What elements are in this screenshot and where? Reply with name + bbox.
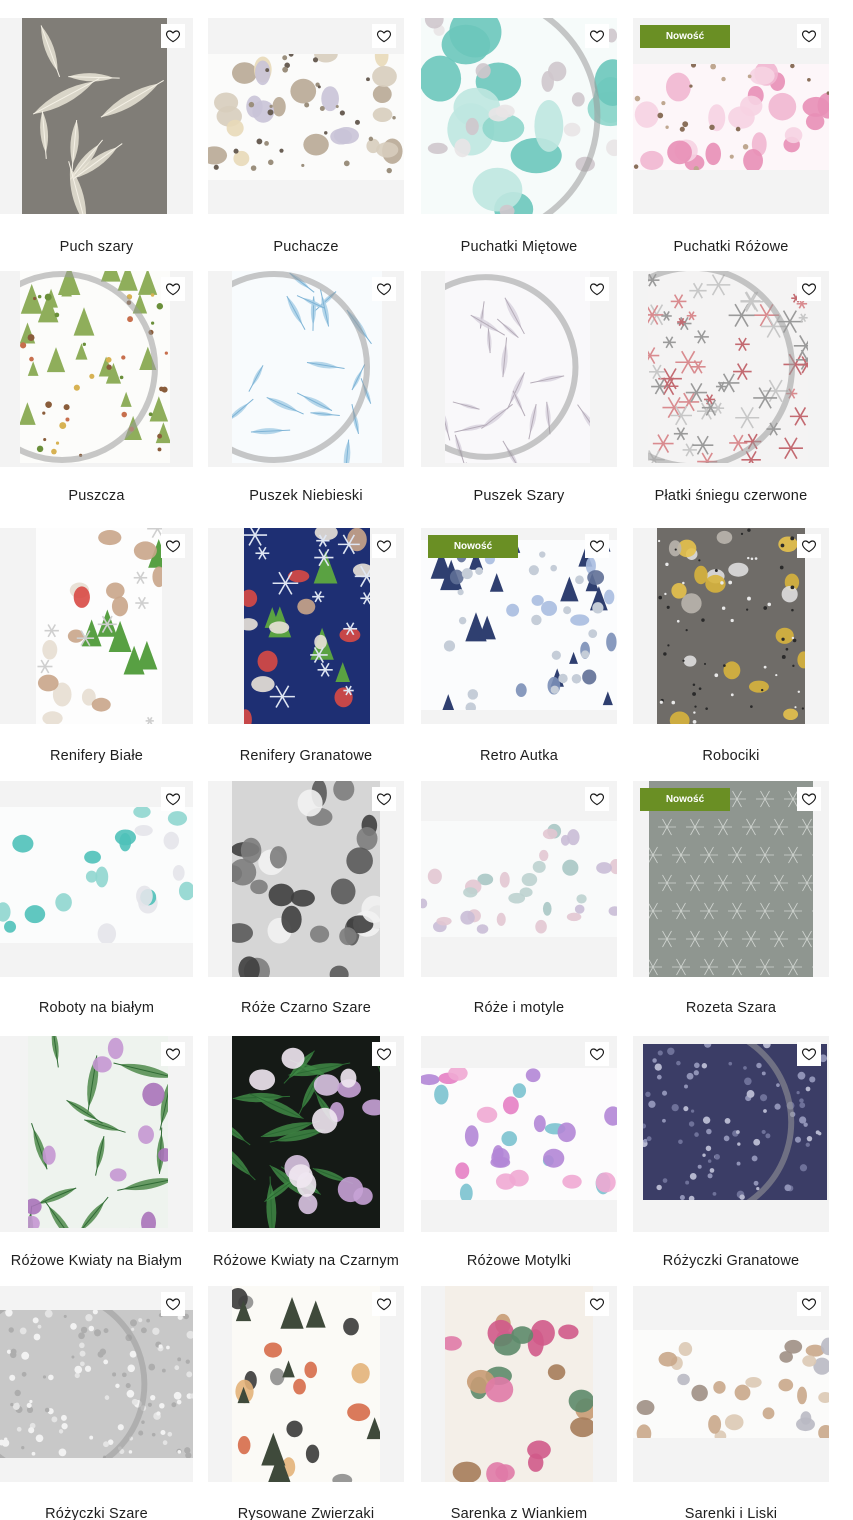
heart-outline-icon[interactable] bbox=[372, 534, 396, 558]
heart-outline-icon[interactable] bbox=[372, 277, 396, 301]
product-image[interactable]: Nowość bbox=[633, 18, 829, 214]
fabric-pattern-roses-butterflies bbox=[421, 821, 617, 937]
heart-outline-icon[interactable] bbox=[161, 277, 185, 301]
product-name[interactable]: Puszek Szary bbox=[411, 488, 627, 504]
product-name[interactable]: Różyczki Granatowe bbox=[623, 1253, 839, 1269]
heart-outline-icon[interactable] bbox=[585, 1292, 609, 1316]
product-name[interactable]: Róże Czarno Szare bbox=[198, 1000, 414, 1016]
product-image[interactable] bbox=[421, 1036, 617, 1232]
fabric-pattern-flowers-white bbox=[28, 1036, 168, 1228]
new-badge: Nowość bbox=[640, 25, 730, 48]
product-image[interactable]: Nowość bbox=[421, 528, 617, 724]
fabric-pattern-reindeer-navy bbox=[244, 528, 370, 724]
heart-outline-icon[interactable] bbox=[161, 1292, 185, 1316]
heart-outline-icon[interactable] bbox=[372, 1292, 396, 1316]
new-badge: Nowość bbox=[428, 535, 518, 558]
fabric-pattern-bears-pink bbox=[633, 64, 829, 170]
product-name[interactable]: Roboty na białym bbox=[0, 1000, 203, 1016]
product-image[interactable]: Nowość bbox=[633, 781, 829, 977]
fabric-pattern-drawn-animals bbox=[232, 1286, 380, 1482]
heart-outline-icon[interactable] bbox=[161, 787, 185, 811]
product-name[interactable]: Puchacze bbox=[198, 239, 414, 255]
fabric-pattern-roses-small-grey bbox=[0, 1310, 193, 1458]
heart-outline-icon[interactable] bbox=[797, 277, 821, 301]
product-name[interactable]: Renifery Granatowe bbox=[198, 748, 414, 764]
fabric-pattern-forest bbox=[20, 271, 170, 463]
heart-outline-icon[interactable] bbox=[585, 277, 609, 301]
product-name[interactable]: Puch szary bbox=[0, 239, 203, 255]
product-image[interactable] bbox=[633, 1036, 829, 1232]
product-image[interactable] bbox=[208, 1036, 404, 1232]
product-image[interactable] bbox=[0, 271, 193, 467]
heart-outline-icon[interactable] bbox=[797, 534, 821, 558]
heart-outline-icon[interactable] bbox=[372, 787, 396, 811]
product-image[interactable] bbox=[0, 528, 193, 724]
product-name[interactable]: Puchatki Miętowe bbox=[411, 239, 627, 255]
product-name[interactable]: Płatki śniegu czerwone bbox=[623, 488, 839, 504]
product-name[interactable]: Różowe Motylki bbox=[411, 1253, 627, 1269]
fabric-pattern-roses-navy bbox=[643, 1044, 827, 1200]
product-image[interactable] bbox=[0, 1286, 193, 1482]
product-image[interactable] bbox=[633, 528, 829, 724]
product-name[interactable]: Puchatki Różowe bbox=[623, 239, 839, 255]
product-image[interactable] bbox=[421, 1286, 617, 1482]
fabric-pattern-feathers-grey-light bbox=[445, 271, 590, 463]
fabric-pattern-snowflakes-red bbox=[648, 271, 808, 463]
product-image[interactable] bbox=[208, 528, 404, 724]
product-name[interactable]: Robociki bbox=[623, 748, 839, 764]
product-image[interactable] bbox=[208, 781, 404, 977]
fabric-pattern-robots-white bbox=[0, 807, 193, 943]
product-name[interactable]: Różowe Kwiaty na Czarnym bbox=[198, 1253, 414, 1269]
product-image[interactable] bbox=[0, 781, 193, 977]
heart-outline-icon[interactable] bbox=[797, 1292, 821, 1316]
fabric-pattern-retro-cars bbox=[421, 540, 617, 710]
product-image[interactable] bbox=[421, 781, 617, 977]
fabric-pattern-fawn-wreath bbox=[445, 1286, 593, 1482]
product-image[interactable] bbox=[421, 271, 617, 467]
heart-outline-icon[interactable] bbox=[585, 24, 609, 48]
product-image[interactable] bbox=[0, 18, 193, 214]
fabric-pattern-reindeer-white bbox=[36, 528, 162, 724]
product-image[interactable] bbox=[208, 271, 404, 467]
heart-outline-icon[interactable] bbox=[585, 534, 609, 558]
product-image[interactable] bbox=[208, 18, 404, 214]
heart-outline-icon[interactable] bbox=[797, 24, 821, 48]
heart-outline-icon[interactable] bbox=[372, 1042, 396, 1066]
fabric-pattern-feathers-grey bbox=[22, 18, 167, 214]
heart-outline-icon[interactable] bbox=[585, 787, 609, 811]
fabric-pattern-deer-foxes bbox=[633, 1330, 829, 1438]
fabric-pattern-robots-grey bbox=[657, 528, 805, 724]
fabric-pattern-flowers-black bbox=[232, 1036, 380, 1228]
product-name[interactable]: Rysowane Zwierzaki bbox=[198, 1506, 414, 1520]
product-name[interactable]: Rozeta Szara bbox=[623, 1000, 839, 1016]
fabric-pattern-owls bbox=[208, 54, 404, 180]
fabric-pattern-roses-grey bbox=[232, 781, 380, 977]
product-name[interactable]: Różyczki Szare bbox=[0, 1506, 203, 1520]
product-name[interactable]: Róże i motyle bbox=[411, 1000, 627, 1016]
product-name[interactable]: Puszcza bbox=[0, 488, 203, 504]
product-name[interactable]: Puszek Niebieski bbox=[198, 488, 414, 504]
product-name[interactable]: Sarenki i Liski bbox=[623, 1506, 839, 1520]
product-image[interactable] bbox=[633, 271, 829, 467]
product-name[interactable]: Renifery Białe bbox=[0, 748, 203, 764]
product-image[interactable] bbox=[633, 1286, 829, 1482]
product-name[interactable]: Sarenka z Wiankiem bbox=[411, 1506, 627, 1520]
product-image[interactable] bbox=[421, 18, 617, 214]
product-image[interactable] bbox=[208, 1286, 404, 1482]
heart-outline-icon[interactable] bbox=[161, 24, 185, 48]
heart-outline-icon[interactable] bbox=[372, 24, 396, 48]
heart-outline-icon[interactable] bbox=[585, 1042, 609, 1066]
product-name[interactable]: Różowe Kwiaty na Białym bbox=[0, 1253, 203, 1269]
heart-outline-icon[interactable] bbox=[161, 1042, 185, 1066]
product-image[interactable] bbox=[0, 1036, 193, 1232]
fabric-pattern-butterflies-pink bbox=[421, 1068, 617, 1200]
heart-outline-icon[interactable] bbox=[797, 787, 821, 811]
new-badge: Nowość bbox=[640, 788, 730, 811]
fabric-pattern-feathers-blue bbox=[232, 271, 382, 463]
heart-outline-icon[interactable] bbox=[161, 534, 185, 558]
product-name[interactable]: Retro Autka bbox=[411, 748, 627, 764]
heart-outline-icon[interactable] bbox=[797, 1042, 821, 1066]
